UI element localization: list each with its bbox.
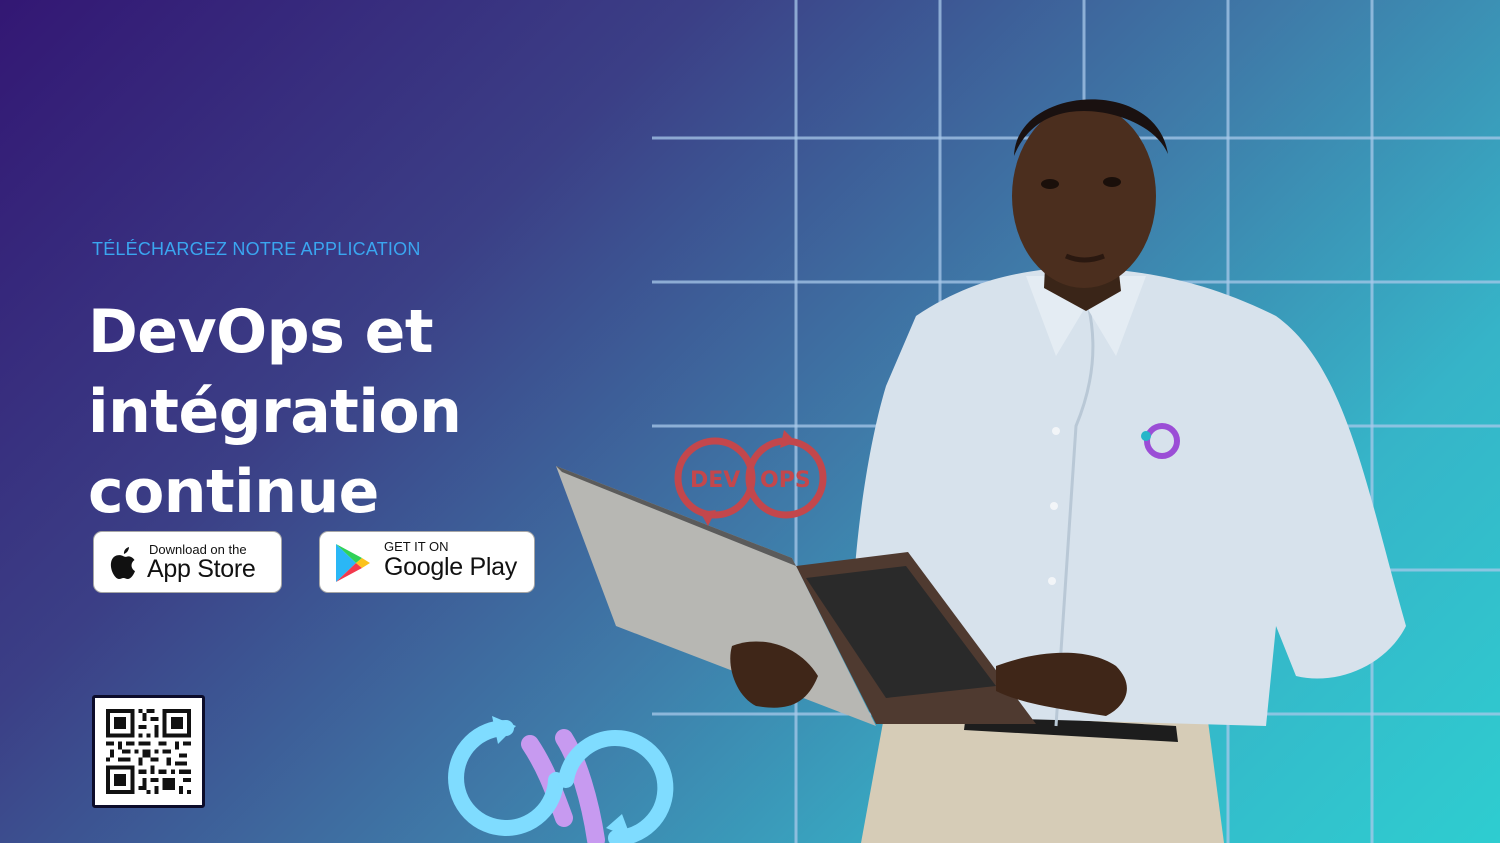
app-store-label: App Store <box>147 555 256 583</box>
app-store-button[interactable]: Download on the App Store <box>93 531 282 593</box>
google-play-icon <box>336 544 370 582</box>
devops-logo-right: OPS <box>760 468 811 493</box>
devops-logo: DEV OPS <box>674 430 827 526</box>
apple-icon <box>110 547 135 579</box>
download-eyebrow: TÉLÉCHARGEZ NOTRE APPLICATION <box>92 239 421 259</box>
google-play-label: Google Play <box>384 553 517 581</box>
qr-code-icon <box>106 709 191 794</box>
google-play-button[interactable]: GET IT ON Google Play <box>319 531 535 593</box>
google-play-small-label: GET IT ON <box>384 539 449 554</box>
qr-code[interactable] <box>92 695 205 808</box>
devops-logo-left: DEV <box>690 468 740 493</box>
